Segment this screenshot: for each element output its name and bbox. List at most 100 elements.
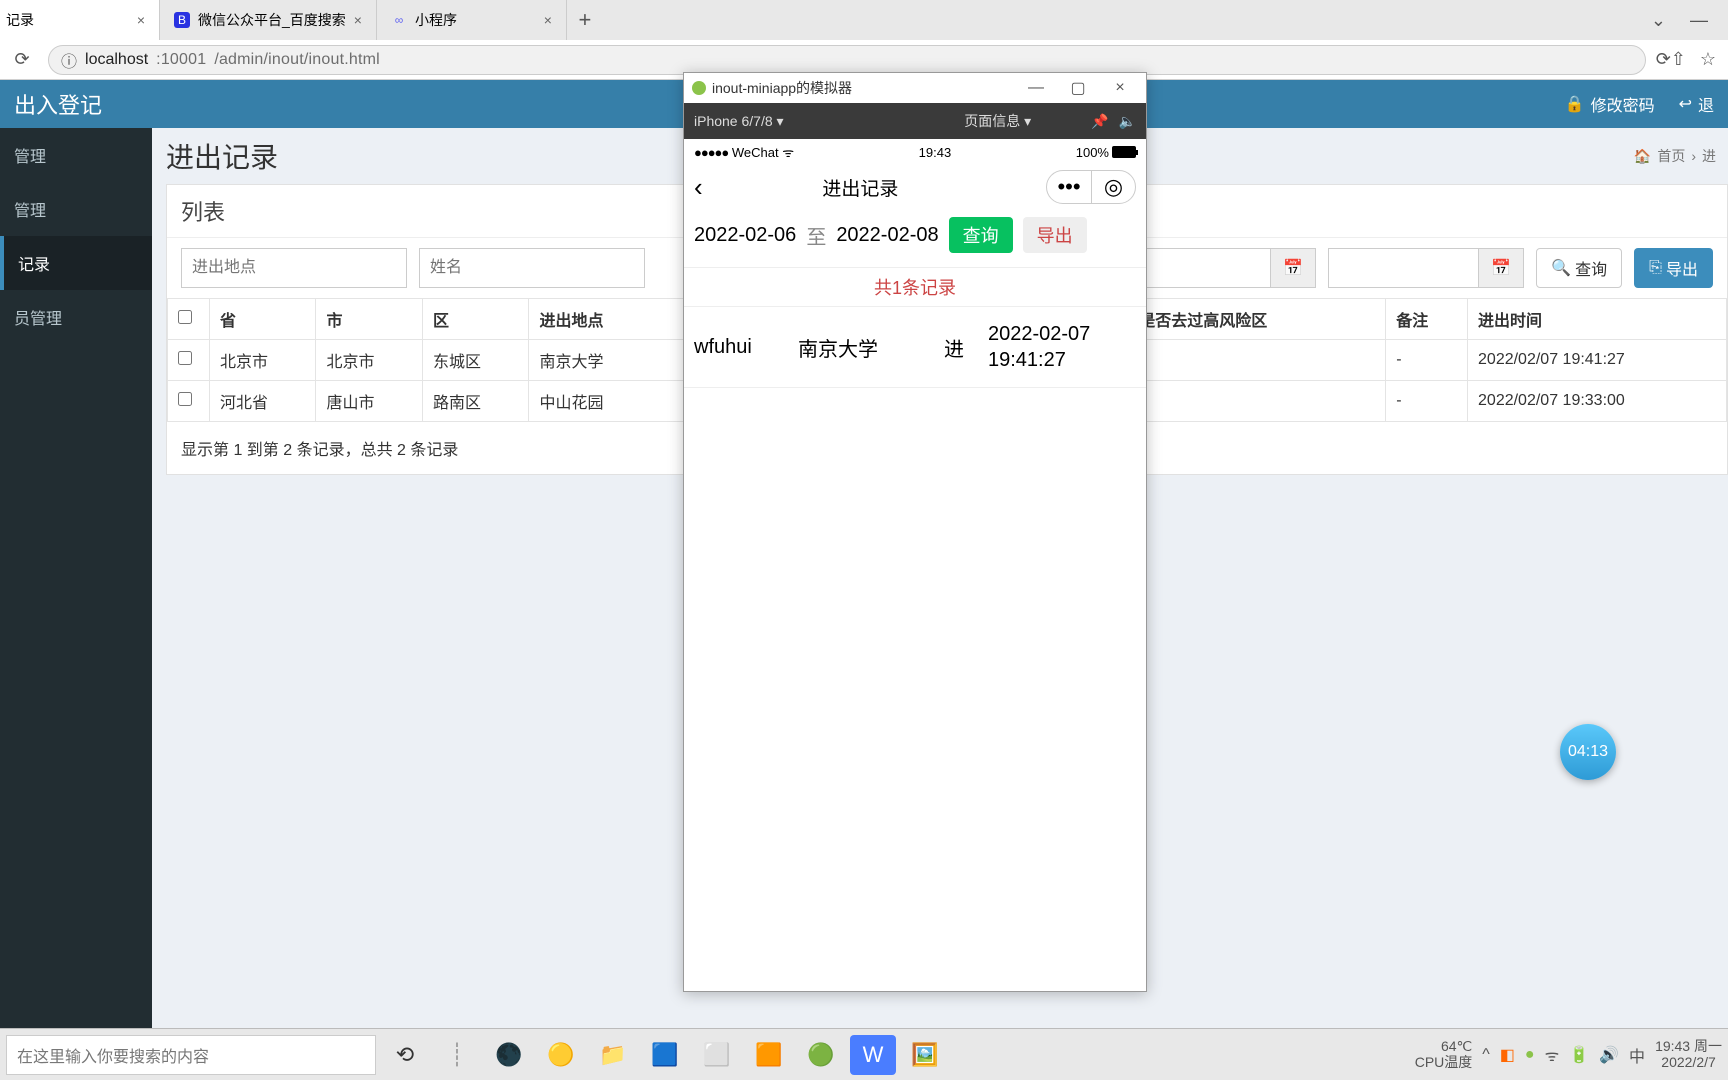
phone-export-button[interactable]: 导出 bbox=[1023, 217, 1087, 253]
phone-search-button[interactable]: 查询 bbox=[949, 217, 1013, 253]
phone-time: 19:43 bbox=[919, 145, 952, 160]
wifi-icon[interactable]: ᯤ bbox=[1545, 1044, 1560, 1066]
row-checkbox[interactable] bbox=[178, 351, 192, 365]
phone-frame: ●●●●● WeChat ᯤ 19:43 100% ‹ 进出记录 ••• ◎ 2… bbox=[684, 139, 1146, 991]
taskbar-app-photos[interactable]: 🖼️ bbox=[902, 1035, 948, 1075]
export-icon: ⎘ bbox=[1649, 259, 1662, 277]
phone-date-to[interactable]: 2022-02-08 bbox=[836, 224, 938, 247]
export-button[interactable]: ⎘ 导出 bbox=[1634, 248, 1713, 288]
sim-minimize-icon[interactable]: — bbox=[1018, 79, 1054, 97]
taskbar-app-obs[interactable]: ⟲ bbox=[382, 1035, 428, 1075]
close-icon[interactable]: × bbox=[354, 12, 362, 28]
browser-tab-0[interactable]: 记录 × bbox=[0, 0, 160, 40]
close-icon[interactable]: × bbox=[137, 12, 145, 28]
capsule: ••• ◎ bbox=[1046, 170, 1136, 204]
place-input[interactable] bbox=[181, 248, 407, 288]
breadcrumb[interactable]: 🏠 首页 › 进 bbox=[1634, 146, 1728, 166]
capsule-menu-icon[interactable]: ••• bbox=[1047, 171, 1091, 203]
browser-tabbar: 记录 × B 微信公众平台_百度搜索 × ∞ 小程序 × + ⌄ — bbox=[0, 0, 1728, 40]
reload-icon[interactable]: ⟳ bbox=[6, 44, 38, 76]
window-minimize-icon[interactable]: — bbox=[1690, 10, 1708, 31]
os-taskbar: 在这里输入你要搜索的内容 ⟲ ┊ 🌑 🟡 📁 🟦 ⬜ 🟧 🟢 W 🖼️ 64℃ … bbox=[0, 1028, 1728, 1080]
bookmark-icon[interactable]: ☆ bbox=[1700, 49, 1716, 70]
url-input[interactable]: ⓘ localhost:10001/admin/inout/inout.html bbox=[48, 45, 1646, 75]
close-icon[interactable]: × bbox=[544, 12, 552, 28]
exit-icon: ↩ bbox=[1679, 94, 1692, 114]
sim-close-icon[interactable]: × bbox=[1102, 79, 1138, 97]
change-password-link[interactable]: 🔒 修改密码 bbox=[1565, 92, 1655, 116]
sidebar-item-2[interactable]: 记录 bbox=[0, 236, 152, 290]
tab-title: 小程序 bbox=[415, 10, 457, 30]
url-path: /admin/inout/inout.html bbox=[214, 51, 380, 69]
tray-clock[interactable]: 19:43 周一 2022/2/7 bbox=[1655, 1039, 1722, 1070]
col-district[interactable]: 区 bbox=[422, 299, 528, 340]
taskbar-app-wps[interactable]: W bbox=[850, 1035, 896, 1075]
logout-link[interactable]: ↩ 退 bbox=[1679, 92, 1714, 116]
timer-badge[interactable]: 04:13 bbox=[1560, 724, 1616, 780]
taskbar-app-explorer[interactable]: 📁 bbox=[590, 1035, 636, 1075]
sidebar-item-3[interactable]: 员管理 bbox=[0, 290, 152, 344]
tray-icon[interactable]: ◧ bbox=[1500, 1045, 1515, 1065]
tab-title: 微信公众平台_百度搜索 bbox=[198, 10, 346, 30]
capsule-close-icon[interactable]: ◎ bbox=[1091, 171, 1135, 203]
chevron-up-icon[interactable]: ^ bbox=[1482, 1046, 1490, 1064]
page-title: 进出记录 bbox=[166, 136, 278, 176]
col-province[interactable]: 省 bbox=[210, 299, 316, 340]
phone-statusbar: ●●●●● WeChat ᯤ 19:43 100% bbox=[684, 139, 1146, 165]
battery-icon[interactable]: 🔋 bbox=[1569, 1045, 1589, 1065]
sim-titlebar[interactable]: inout-miniapp的模拟器 — ▢ × bbox=[684, 73, 1146, 103]
phone-record-row[interactable]: wfuhui 南京大学 进 2022-02-07 19:41:27 bbox=[684, 307, 1146, 388]
row-checkbox[interactable] bbox=[178, 392, 192, 406]
url-port: :10001 bbox=[156, 51, 206, 69]
taskbar-app-orange[interactable]: 🟧 bbox=[746, 1035, 792, 1075]
date-from-group: 📅 bbox=[1120, 248, 1316, 288]
taskbar-app-chrome[interactable]: 🟡 bbox=[538, 1035, 584, 1075]
sim-maximize-icon[interactable]: ▢ bbox=[1060, 78, 1096, 98]
browser-tab-2[interactable]: ∞ 小程序 × bbox=[377, 0, 567, 40]
ime-indicator[interactable]: 中 bbox=[1629, 1043, 1645, 1067]
battery-icon bbox=[1112, 146, 1136, 158]
tray-temp[interactable]: 64℃ CPU温度 bbox=[1415, 1039, 1473, 1070]
window-dropdown-icon[interactable]: ⌄ bbox=[1651, 10, 1666, 31]
taskbar-search[interactable]: 在这里输入你要搜索的内容 bbox=[6, 1035, 376, 1075]
system-tray: 64℃ CPU温度 ^ ◧ ● ᯤ 🔋 🔊 中 19:43 周一 2022/2/… bbox=[1415, 1039, 1722, 1070]
name-input[interactable] bbox=[419, 248, 645, 288]
phone-page-title: 进出记录 bbox=[689, 174, 1032, 201]
date-to-input[interactable] bbox=[1328, 248, 1478, 288]
info-icon: ⓘ bbox=[61, 48, 77, 72]
sim-device-select[interactable]: iPhone 6/7/8 ▾ bbox=[694, 113, 784, 130]
sidebar-item-0[interactable]: 管理 bbox=[0, 128, 152, 182]
lock-icon: 🔒 bbox=[1565, 94, 1585, 114]
col-remark[interactable]: 备注 bbox=[1386, 299, 1468, 340]
tray-icon[interactable]: ● bbox=[1525, 1046, 1535, 1064]
home-icon: 🏠 bbox=[1634, 148, 1651, 165]
col-city[interactable]: 市 bbox=[316, 299, 422, 340]
new-tab-button[interactable]: + bbox=[567, 7, 603, 33]
sim-mute-icon[interactable]: 🔈 bbox=[1119, 113, 1136, 130]
taskbar-app-terminal[interactable]: ⬜ bbox=[694, 1035, 740, 1075]
app-icon bbox=[692, 81, 706, 95]
browser-tab-1[interactable]: B 微信公众平台_百度搜索 × bbox=[160, 0, 377, 40]
sim-title-text: inout-miniapp的模拟器 bbox=[712, 78, 852, 98]
calendar-icon[interactable]: 📅 bbox=[1270, 248, 1316, 288]
phone-record-count: 共1条记录 bbox=[684, 267, 1146, 307]
phone-date-from[interactable]: 2022-02-06 bbox=[694, 224, 796, 247]
col-time[interactable]: 进出时间 bbox=[1468, 299, 1727, 340]
taskbar-app-eclipse[interactable]: 🌑 bbox=[486, 1035, 532, 1075]
sim-pageinfo-select[interactable]: 页面信息 ▾ bbox=[964, 111, 1031, 131]
sim-pin-icon[interactable]: 📌 bbox=[1091, 113, 1108, 130]
phone-navbar: ‹ 进出记录 ••• ◎ bbox=[684, 165, 1146, 209]
share-icon[interactable]: ⟳⇧ bbox=[1656, 49, 1686, 70]
calendar-icon[interactable]: 📅 bbox=[1478, 248, 1524, 288]
phone-filter-row: 2022-02-06 至 2022-02-08 查询 导出 bbox=[684, 209, 1146, 267]
taskbar-divider: ┊ bbox=[434, 1035, 480, 1075]
tab-title: 记录 bbox=[6, 10, 34, 30]
taskbar-app-green[interactable]: 🟢 bbox=[798, 1035, 844, 1075]
sim-toolbar: iPhone 6/7/8 ▾ 页面信息 ▾ 📌 🔈 bbox=[684, 103, 1146, 139]
volume-icon[interactable]: 🔊 bbox=[1599, 1045, 1619, 1065]
select-all-checkbox[interactable] bbox=[178, 310, 192, 324]
taskbar-app-editor[interactable]: 🟦 bbox=[642, 1035, 688, 1075]
search-button[interactable]: 🔍 查询 bbox=[1536, 248, 1622, 288]
sidebar-item-1[interactable]: 管理 bbox=[0, 182, 152, 236]
wifi-icon: ᯤ bbox=[782, 145, 794, 160]
